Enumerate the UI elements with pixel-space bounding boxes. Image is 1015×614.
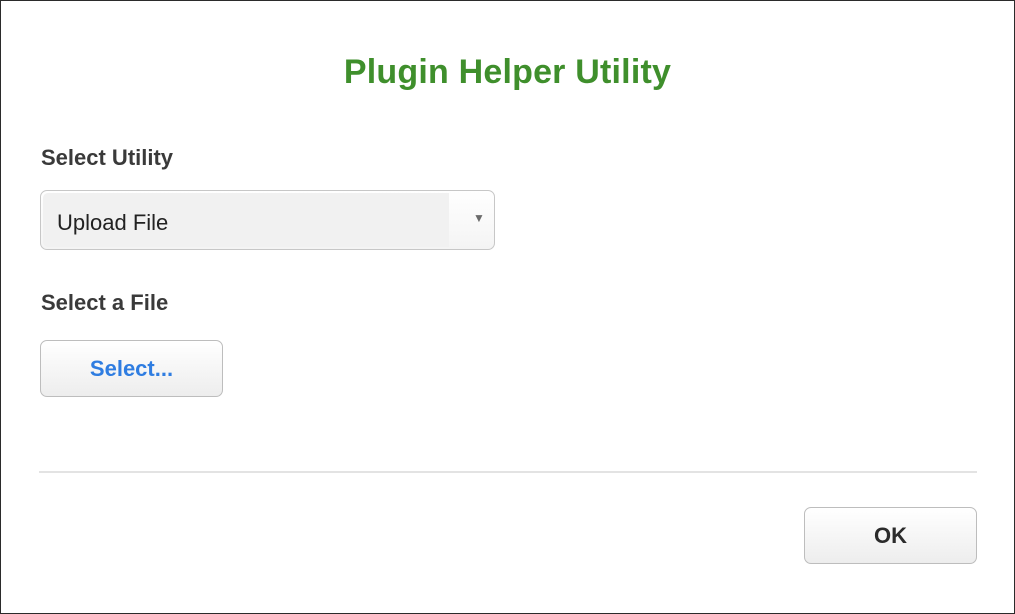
footer-divider — [39, 471, 977, 473]
dropdown-arrow-icon: ▼ — [473, 211, 485, 225]
utility-select-value: Upload File — [57, 210, 169, 235]
select-file-label: Select a File — [41, 290, 169, 315]
select-utility-label: Select Utility — [41, 145, 174, 170]
ok-button[interactable]: OK — [804, 507, 977, 564]
plugin-helper-dialog: Plugin Helper Utility Select Utility Upl… — [0, 0, 1015, 614]
utility-select[interactable]: Upload File ▼ — [40, 190, 495, 250]
utility-select-field: Upload File — [43, 193, 449, 247]
dialog-title: Plugin Helper Utility — [343, 53, 672, 91]
select-file-button[interactable]: Select... — [40, 340, 223, 397]
